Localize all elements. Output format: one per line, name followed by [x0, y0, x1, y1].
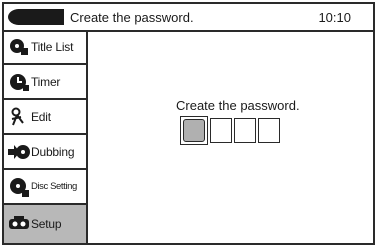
disc-indicator-icon [8, 9, 64, 25]
dialog-frame: Create the password. 10:10 Title List Ti… [2, 2, 375, 245]
title-list-icon [8, 36, 30, 58]
password-digit-2[interactable] [210, 118, 232, 143]
sidebar-item-label: Edit [31, 109, 51, 124]
clock: 10:10 [318, 10, 351, 25]
timer-icon [8, 71, 30, 93]
dubbing-icon [8, 141, 30, 163]
sidebar-item-edit[interactable]: Edit [4, 100, 86, 135]
header-title: Create the password. [70, 10, 194, 25]
password-input[interactable] [180, 116, 280, 145]
sidebar-item-setup[interactable]: Setup [4, 205, 86, 243]
sidebar-item-label: Disc Setting [31, 181, 77, 192]
edit-icon [8, 106, 30, 128]
disc-setting-icon [8, 176, 30, 198]
sidebar-item-title-list[interactable]: Title List [4, 30, 86, 65]
sidebar-item-label: Dubbing [31, 144, 75, 159]
sidebar-item-label: Title List [31, 39, 74, 54]
sidebar-menu: Title List Timer Edit Dubbing Disc Setti… [4, 30, 88, 243]
sidebar-item-disc-setting[interactable]: Disc Setting [4, 170, 86, 205]
password-prompt: Create the password. [176, 98, 300, 113]
sidebar-item-timer[interactable]: Timer [4, 65, 86, 100]
main-content: Create the password. [88, 30, 373, 243]
setup-icon [8, 213, 30, 235]
sidebar-item-label: Setup [31, 217, 62, 231]
password-digit-3[interactable] [234, 118, 256, 143]
password-digit-1[interactable] [180, 116, 208, 145]
sidebar-item-label: Timer [31, 74, 61, 89]
sidebar-item-dubbing[interactable]: Dubbing [4, 135, 86, 170]
password-digit-4[interactable] [258, 118, 280, 143]
header-bar: Create the password. 10:10 [4, 4, 373, 32]
